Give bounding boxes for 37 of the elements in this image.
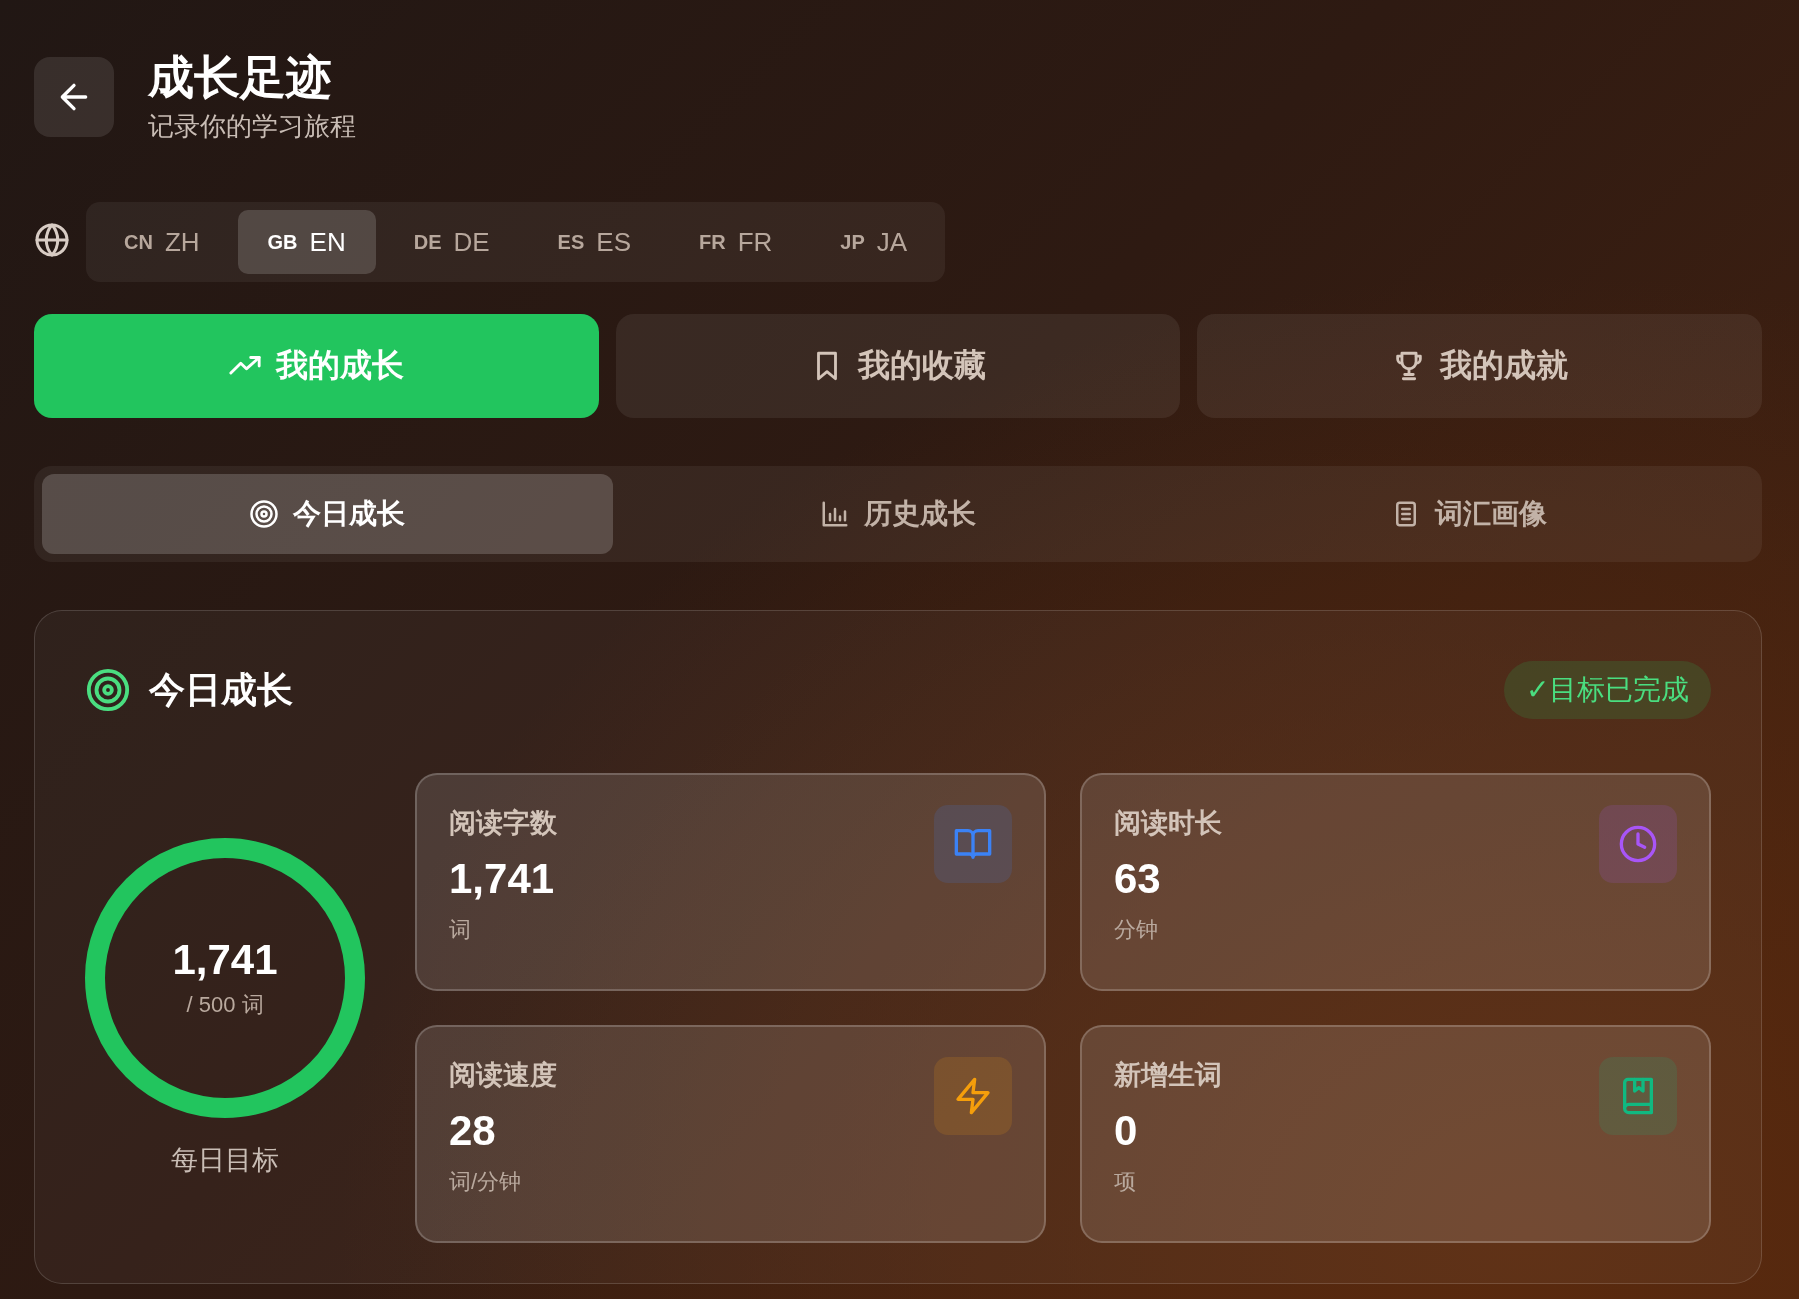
- section-tab[interactable]: 我的收藏: [615, 314, 1181, 419]
- goal-value: 1,741: [172, 936, 278, 985]
- back-button[interactable]: [34, 57, 114, 138]
- page-title: 成长足迹: [148, 50, 333, 105]
- stat-label: 新增生词: [1114, 1059, 1222, 1093]
- stat-unit: 项: [1114, 1168, 1137, 1197]
- language-option[interactable]: ES ES: [527, 210, 661, 275]
- goal-target: / 500 词: [186, 991, 264, 1020]
- language-option[interactable]: GB EN: [237, 210, 376, 275]
- goal-complete-badge: ✓目标已完成: [1504, 661, 1711, 720]
- stat-unit: 分钟: [1114, 916, 1159, 945]
- stat-value: 0: [1114, 1107, 1139, 1156]
- stat-value: 1,741: [449, 855, 556, 904]
- language-option[interactable]: FR FR: [669, 210, 803, 275]
- bar-chart-icon: [820, 499, 850, 530]
- language-option[interactable]: DE DE: [383, 210, 520, 275]
- language-option[interactable]: CN ZH: [94, 210, 230, 275]
- sub-tab[interactable]: 词汇画像: [1183, 474, 1754, 555]
- language-option[interactable]: JP JA: [810, 210, 938, 275]
- stat-label: 阅读字数: [449, 807, 557, 841]
- target-icon: [85, 667, 131, 714]
- globe-icon: [34, 222, 70, 259]
- sub-tab[interactable]: 今日成长: [42, 474, 613, 555]
- stat-unit: 词/分钟: [449, 1168, 523, 1197]
- section-tab[interactable]: 我的成就: [1197, 314, 1762, 419]
- card-title: 今日成长: [149, 667, 293, 712]
- clock-icon: [1618, 824, 1658, 865]
- goal-caption: 每日目标: [171, 1144, 279, 1178]
- stat-label: 阅读速度: [449, 1059, 557, 1093]
- stat-value: 28: [449, 1107, 497, 1156]
- stat-label: 阅读时长: [1114, 807, 1222, 841]
- stat-value: 63: [1114, 855, 1162, 904]
- stat-unit: 词: [449, 916, 472, 945]
- sub-tab[interactable]: 历史成长: [612, 474, 1184, 555]
- lightning-icon: [953, 1076, 993, 1117]
- page-subtitle: 记录你的学习旅程: [148, 110, 356, 144]
- target-icon: [249, 499, 280, 530]
